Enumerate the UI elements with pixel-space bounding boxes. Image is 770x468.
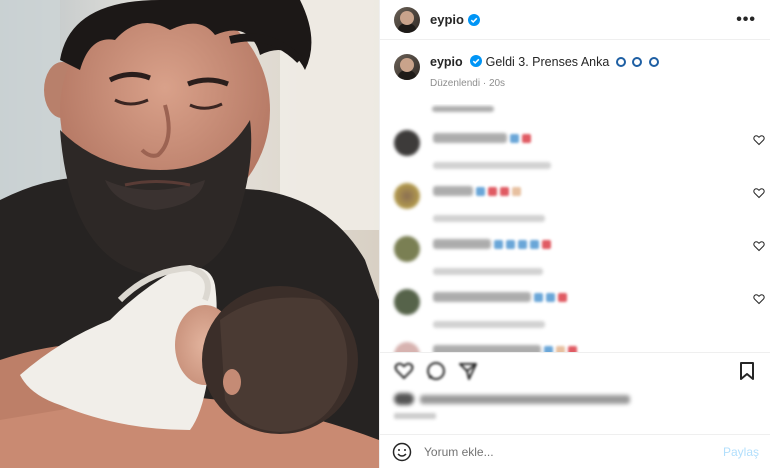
verified-icon [467, 13, 480, 26]
commenter-avatar[interactable] [394, 183, 420, 209]
post-header: eypio ••• [380, 0, 770, 40]
heart-icon[interactable] [753, 187, 765, 199]
post-time: 20s [488, 78, 506, 89]
comment-item [380, 228, 770, 281]
add-comment-bar: Paylaş [380, 434, 770, 468]
comments-list [380, 104, 770, 352]
post-comment-button[interactable]: Paylaş [723, 445, 759, 459]
commenter-avatar[interactable] [394, 342, 420, 352]
caption-text: Geldi 3. Prenses Anka [485, 55, 610, 69]
comment-toggle[interactable] [432, 104, 770, 114]
commenter-avatar[interactable] [394, 130, 420, 156]
post-actions [380, 352, 770, 434]
likes-summary[interactable] [380, 389, 770, 409]
comment-item [380, 281, 770, 334]
comment-icon[interactable] [426, 361, 446, 381]
evil-eye-emoji-icon [648, 57, 659, 67]
post-caption: eypio Geldi 3. Prenses Anka Düzenlendi ·… [380, 40, 770, 98]
heart-icon[interactable] [394, 361, 414, 381]
post-meta: Düzenlendi · 20s [430, 78, 506, 89]
post-photo [0, 0, 379, 468]
emoji-icon[interactable] [392, 442, 412, 462]
post-details-panel: eypio ••• eypio Geldi 3. Prenses Anka Dü… [379, 0, 770, 468]
heart-icon[interactable] [753, 240, 765, 252]
share-icon[interactable] [458, 361, 478, 381]
verified-icon [470, 55, 483, 67]
author-username[interactable]: eypio [430, 12, 464, 27]
heart-icon[interactable] [753, 134, 765, 146]
comment-item [380, 122, 770, 175]
bookmark-icon[interactable] [737, 361, 757, 381]
post-image [0, 0, 379, 468]
commenter-avatar[interactable] [394, 236, 420, 262]
more-options-icon[interactable]: ••• [736, 11, 756, 29]
evil-eye-emoji-icon [632, 57, 643, 67]
post-date [394, 413, 436, 419]
caption-username[interactable]: eypio [430, 55, 463, 69]
author-avatar[interactable] [394, 6, 420, 33]
edited-label: Düzenlendi [430, 78, 481, 89]
caption-author-avatar[interactable] [394, 54, 420, 80]
comment-item [380, 334, 770, 352]
comment-input[interactable] [424, 444, 723, 459]
commenter-avatar[interactable] [394, 289, 420, 315]
comment-item [380, 175, 770, 228]
heart-icon[interactable] [753, 293, 765, 305]
evil-eye-emoji-icon [615, 57, 626, 67]
